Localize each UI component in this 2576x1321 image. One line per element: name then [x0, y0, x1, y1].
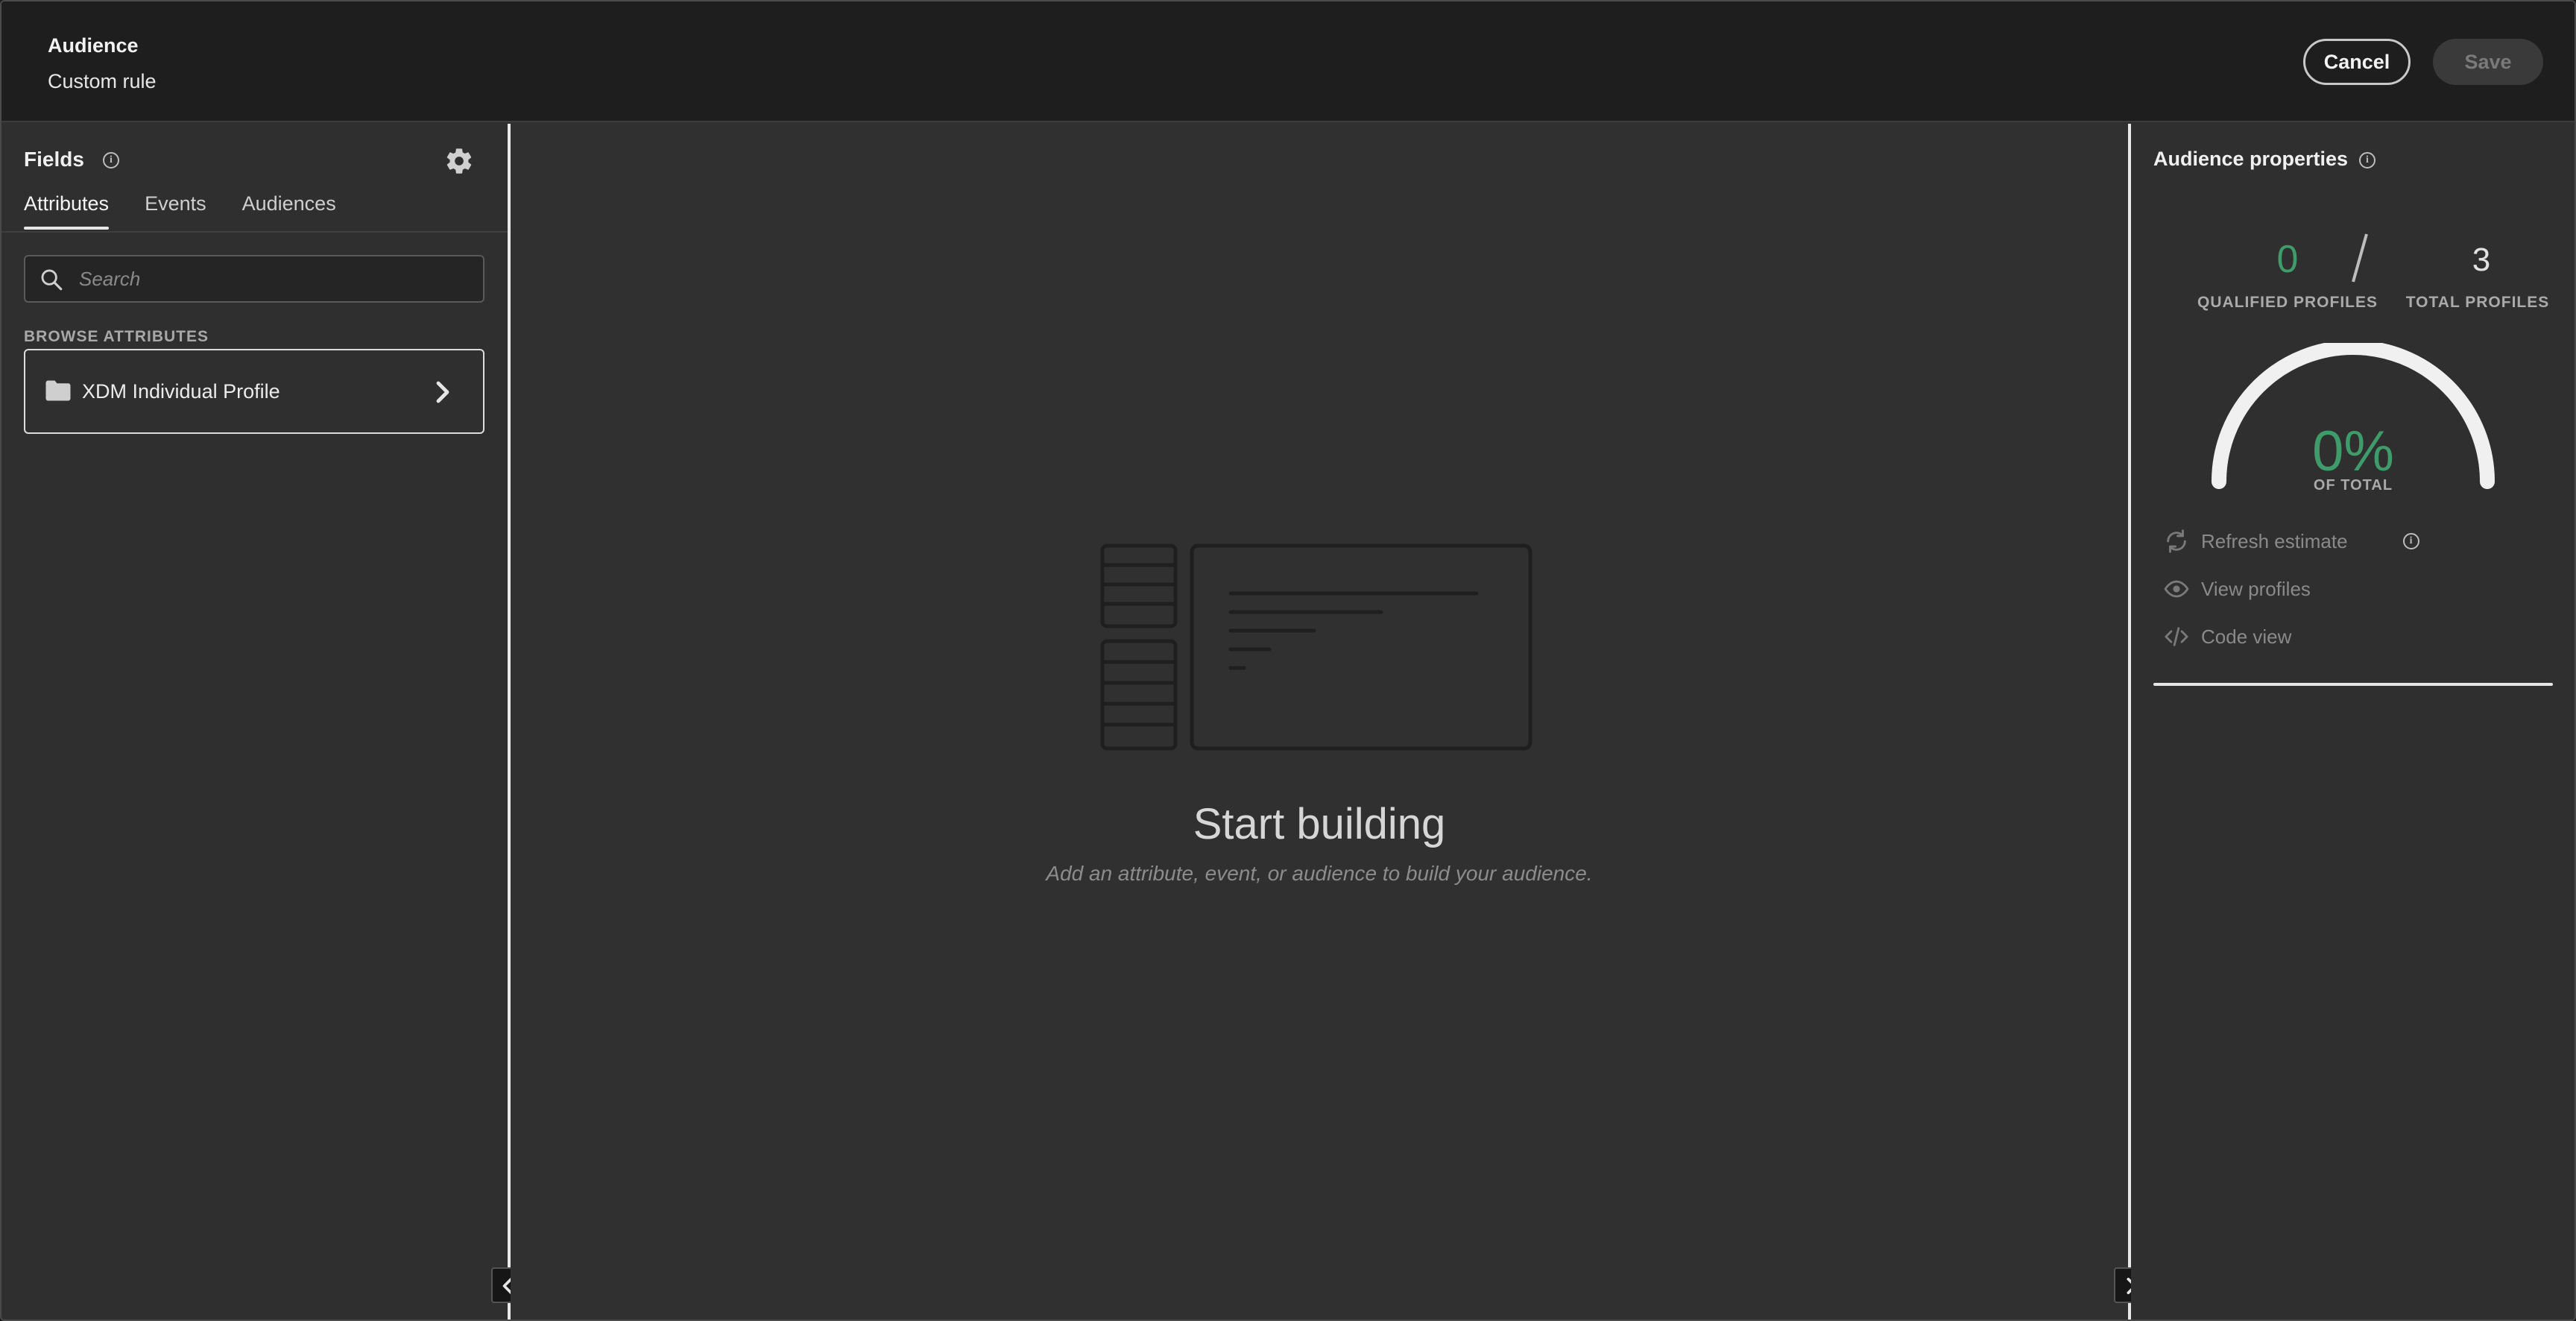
refresh-estimate-label: Refresh estimate: [2201, 529, 2348, 552]
browse-item-label: XDM Individual Profile: [82, 380, 280, 403]
qualified-profiles-count: 0: [2276, 238, 2299, 281]
code-view-label: Code view: [2201, 625, 2292, 648]
fields-info-icon[interactable]: i: [103, 152, 119, 168]
percent-of-total-label: OF TOTAL: [2313, 477, 2393, 494]
slash-divider-icon: [2352, 233, 2368, 283]
refresh-icon: [2167, 529, 2186, 553]
code-view-action[interactable]: Code view: [2164, 622, 2291, 652]
audience-properties-title: Audience properties: [2153, 148, 2349, 170]
audience-properties-panel: Audience properties i 0 QUALIFIED PROFIL…: [2131, 124, 2575, 1320]
empty-state-title: Start building: [1193, 800, 1446, 848]
audience-builder-window: Audience Custom rule Cancel Save Fields …: [0, 0, 2576, 1321]
empty-state-subtitle: Add an attribute, event, or audience to …: [1046, 862, 1593, 885]
properties-divider: [2153, 683, 2553, 686]
fields-title: Fields: [24, 148, 84, 171]
rule-builder-canvas[interactable]: Start building Add an attribute, event, …: [511, 124, 2128, 1320]
search-input[interactable]: [79, 256, 467, 301]
save-button[interactable]: Save: [2433, 39, 2543, 85]
empty-state-illustration: [1100, 543, 1532, 751]
view-profiles-action[interactable]: View profiles: [2164, 574, 2311, 604]
page-title: Audience: [48, 34, 139, 57]
code-icon: [2165, 627, 2188, 646]
refresh-estimate-action[interactable]: Refresh estimate i: [2164, 526, 2419, 556]
properties-info-icon[interactable]: i: [2359, 152, 2375, 168]
fields-tabs: Attributes Events Audiences: [24, 192, 336, 230]
total-profiles-label: TOTAL PROFILES: [2405, 294, 2550, 311]
percent-of-total-value: 0%: [2312, 420, 2394, 483]
chevron-right-icon: [436, 381, 449, 403]
folder-icon: [45, 380, 71, 401]
qualified-profiles-label: QUALIFIED PROFILES: [2197, 294, 2378, 311]
tab-events[interactable]: Events: [145, 192, 206, 225]
settings-gear-icon[interactable]: [444, 146, 474, 176]
tab-attributes[interactable]: Attributes: [24, 192, 110, 230]
search-box: [24, 255, 484, 303]
browse-item-xdm-individual-profile[interactable]: XDM Individual Profile: [24, 349, 484, 434]
eye-icon: [2164, 580, 2189, 598]
cancel-button[interactable]: Cancel: [2303, 39, 2411, 85]
tabs-divider: [1, 231, 508, 233]
search-icon: [41, 269, 63, 291]
tab-audiences[interactable]: Audiences: [242, 192, 336, 225]
total-profiles-count: 3: [2472, 242, 2491, 278]
fields-panel: Fields i Attributes Events Audiences BRO…: [1, 124, 508, 1320]
view-profiles-label: View profiles: [2201, 577, 2311, 600]
header-bar: Audience Custom rule Cancel Save: [1, 1, 2575, 122]
browse-attributes-label: BROWSE ATTRIBUTES: [24, 328, 209, 345]
page-subtitle: Custom rule: [48, 70, 157, 92]
refresh-info-icon[interactable]: i: [2402, 533, 2419, 549]
